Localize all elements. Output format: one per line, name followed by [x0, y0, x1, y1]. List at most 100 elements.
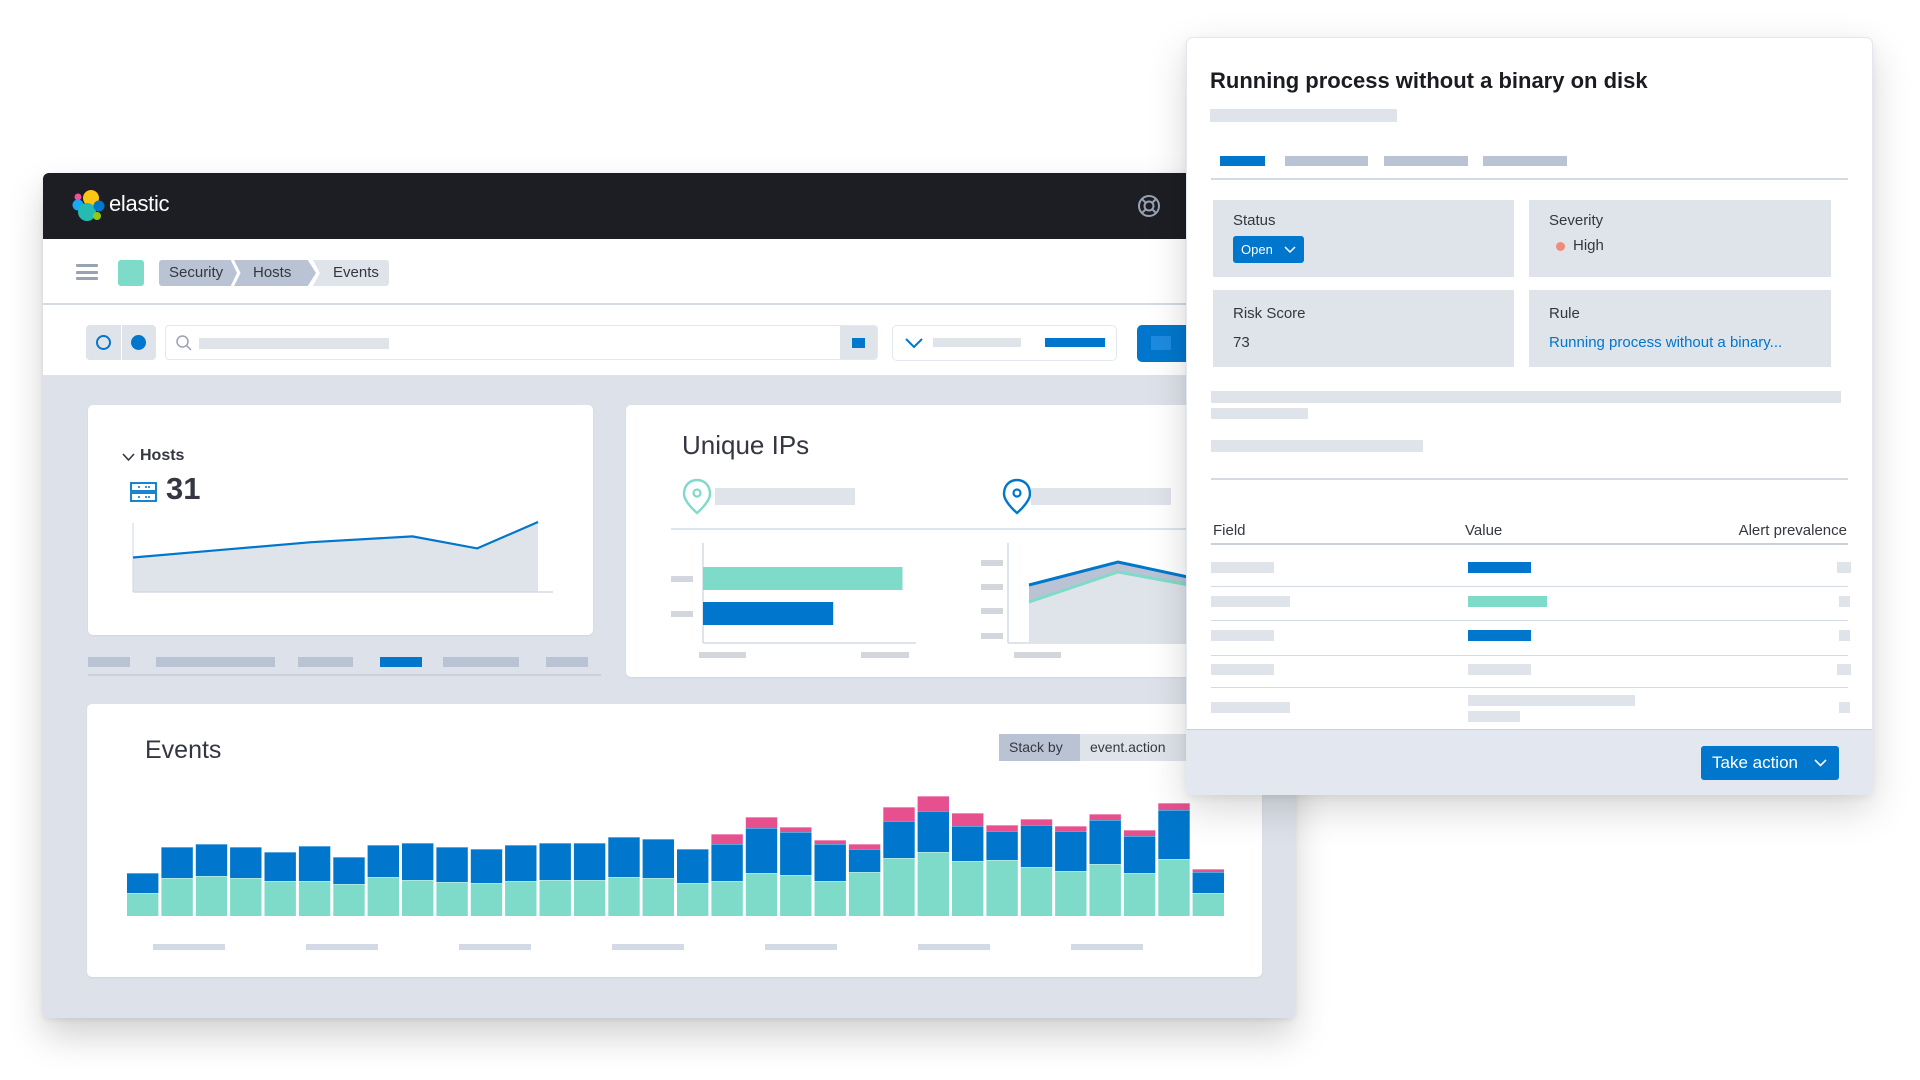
event-bar-blue — [848, 849, 881, 872]
x-tick-label-skeleton — [306, 944, 378, 950]
events-stacked-bar-chart — [127, 796, 1224, 950]
event-bar-blue — [161, 847, 193, 878]
event-bar-teal — [333, 884, 365, 916]
event-bar-blue — [230, 847, 262, 878]
space-avatar[interactable] — [118, 260, 144, 286]
event-bar-teal — [230, 878, 262, 916]
event-bar-teal — [608, 877, 640, 916]
value-skeleton — [1468, 664, 1531, 675]
event-bar-teal — [505, 881, 537, 916]
elastic-wordmark: elastic — [109, 191, 170, 216]
event-bar-teal — [986, 860, 1018, 916]
event-bar-teal — [367, 877, 399, 916]
hosts-title: Hosts — [140, 447, 185, 464]
search-input[interactable] — [165, 325, 878, 360]
event-bar-blue — [952, 826, 984, 861]
hamburger-menu-icon[interactable] — [76, 264, 98, 280]
value-skeleton — [1468, 596, 1547, 607]
x-tick-label-skeleton — [459, 944, 531, 950]
toggle-filled-circle-icon[interactable] — [131, 335, 146, 350]
event-bar-blue — [1192, 872, 1224, 893]
description-skeleton — [1211, 440, 1423, 452]
breadcrumb-events: Events — [313, 260, 389, 286]
elastic-logo-icon[interactable] — [70, 188, 106, 224]
take-action-label: Take action — [1712, 753, 1798, 772]
event-bar-blue — [1089, 820, 1121, 864]
take-action-button[interactable]: Take action — [1701, 746, 1839, 780]
stack-by-value-text: event.action — [1090, 739, 1166, 755]
tab-skeleton[interactable] — [88, 657, 130, 667]
event-bar-blue — [436, 847, 468, 882]
event-bar-teal — [780, 875, 812, 916]
events-title: Events — [145, 736, 222, 764]
search-filter-button[interactable] — [840, 326, 877, 359]
status-card: Status Open — [1213, 200, 1514, 277]
breadcrumb-security[interactable]: Security — [159, 260, 237, 286]
date-range-value[interactable] — [1045, 338, 1105, 347]
rule-link[interactable]: Running process without a binary... — [1549, 334, 1782, 351]
event-bar-blue — [333, 857, 365, 884]
x-tick-label-skeleton — [153, 944, 225, 950]
event-bar-teal — [402, 880, 434, 916]
tab-active[interactable] — [380, 657, 422, 667]
value-skeleton — [1468, 562, 1531, 573]
search-icon — [176, 335, 192, 351]
event-bar-blue — [608, 837, 640, 877]
column-header-alert-prevalence[interactable]: Alert prevalence — [1739, 522, 1847, 539]
column-header-field[interactable]: Field — [1213, 522, 1246, 539]
event-bar-blue — [539, 843, 571, 880]
flyout-tab[interactable] — [1285, 156, 1368, 166]
flyout-tab-active[interactable] — [1220, 156, 1265, 166]
flyout-tab[interactable] — [1483, 156, 1567, 166]
event-bar-teal — [677, 883, 709, 916]
event-bar-teal — [470, 883, 503, 916]
tab-skeleton[interactable] — [546, 657, 588, 667]
severity-dot-icon — [1556, 242, 1565, 251]
value-skeleton — [1468, 695, 1635, 706]
destination-label-skeleton — [1031, 488, 1171, 505]
tab-skeleton[interactable] — [443, 657, 519, 667]
event-bar-teal — [539, 880, 571, 916]
field-skeleton — [1211, 702, 1290, 713]
event-bar-blue — [127, 873, 159, 893]
status-dropdown-button[interactable]: Open — [1233, 236, 1304, 263]
severity-label: Severity — [1549, 212, 1604, 229]
tab-skeleton[interactable] — [156, 657, 275, 667]
help-lifebuoy-icon[interactable] — [1137, 194, 1161, 218]
risk-score-value: 73 — [1233, 334, 1250, 351]
chevron-down-icon[interactable] — [122, 452, 135, 462]
prevalence-skeleton — [1837, 562, 1851, 573]
search-placeholder-skeleton — [199, 338, 389, 349]
event-bar-teal — [1158, 859, 1190, 916]
description-skeleton — [1211, 391, 1841, 403]
tab-skeleton[interactable] — [298, 657, 353, 667]
stack-by-label: Stack by — [999, 734, 1080, 761]
prevalence-skeleton — [1839, 630, 1850, 641]
toggle-outline-circle-icon[interactable] — [96, 335, 111, 350]
event-bar-teal — [711, 881, 743, 916]
date-picker[interactable] — [892, 325, 1117, 361]
risk-score-card: Risk Score 73 — [1213, 290, 1514, 367]
chevron-down-icon — [1814, 759, 1827, 767]
events-histogram-card: Events Stack by event.action — [87, 704, 1262, 977]
flyout-tab[interactable] — [1384, 156, 1468, 166]
event-bar-blue — [470, 849, 503, 883]
flyout-tabs-divider — [1211, 178, 1848, 180]
event-bar-blue — [745, 828, 778, 873]
table-header-divider — [1211, 543, 1848, 545]
ip-bar-destination — [703, 602, 834, 625]
event-bar-blue — [1020, 825, 1053, 867]
chevron-down-icon — [1284, 246, 1296, 254]
prevalence-skeleton — [1839, 702, 1850, 713]
top-header: elastic — [43, 173, 1295, 239]
stack-by-select[interactable]: Stack by event.action — [999, 734, 1214, 761]
event-bar-teal — [848, 872, 881, 916]
map-pin-teal-icon — [682, 478, 712, 515]
event-bar-teal — [436, 882, 468, 916]
event-bar-teal — [1123, 873, 1156, 916]
query-mode-toggle[interactable] — [86, 325, 156, 360]
column-header-value[interactable]: Value — [1465, 522, 1502, 539]
event-bar-blue — [711, 844, 743, 881]
breadcrumb-hosts[interactable]: Hosts — [234, 260, 316, 286]
source-label-skeleton — [715, 488, 855, 505]
